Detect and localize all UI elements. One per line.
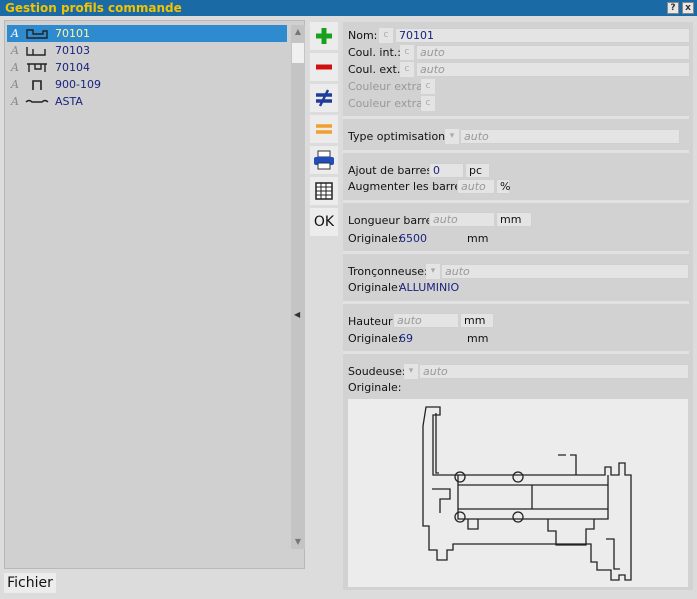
couleur-extra-1-label: Couleur extra: [348, 80, 427, 93]
separator [343, 150, 689, 153]
list-item[interactable]: A 70103 [7, 42, 287, 59]
profile-code: ASTA [55, 95, 83, 108]
hauteur-field[interactable]: auto [393, 313, 459, 328]
profile-code: 70104 [55, 61, 90, 74]
augmenter-field[interactable]: auto [457, 179, 495, 194]
profile-code: 70101 [55, 27, 90, 40]
equal-icon [316, 124, 332, 134]
hauteur-unit: mm [460, 313, 494, 328]
longueur-orig-label: Originale: [348, 232, 402, 245]
list-item[interactable]: A 900-109 [7, 76, 287, 93]
coul-ext-label: Coul. ext.: [348, 63, 405, 76]
nom-label: Nom: [348, 29, 378, 42]
profile-flag: A [11, 44, 19, 57]
type-opt-label: Type optimisation: [348, 130, 449, 143]
separator [343, 351, 689, 354]
printer-icon [314, 150, 334, 170]
list-item[interactable]: A 70101 [7, 25, 287, 42]
table-icon [315, 182, 333, 200]
soudeuse-orig-label: Originale: [348, 381, 402, 394]
list-item[interactable]: A ASTA [7, 93, 287, 110]
soudeuse-label: Soudeuse: [348, 365, 406, 378]
profile-shape-icon [26, 46, 46, 56]
profile-flag: A [11, 95, 19, 108]
nom-c-button[interactable]: c [379, 28, 393, 43]
separator [343, 251, 689, 254]
tronc-orig-value: ALLUMINIO [399, 281, 460, 294]
profile-code: 900-109 [55, 78, 101, 91]
toolbar: OK [310, 22, 340, 239]
ok-button[interactable]: OK [310, 208, 338, 236]
augmenter-label: Augmenter les barres: [348, 180, 471, 193]
profile-list: A 70101 A 70103 A 70104 A 900-109 A ASTA [7, 25, 287, 110]
tronc-field[interactable]: auto [441, 264, 689, 279]
longueur-label: Longueur barre: [348, 214, 437, 227]
ajout-field[interactable]: 0 [429, 163, 464, 178]
longueur-field[interactable]: auto [429, 212, 495, 227]
scroll-down-icon[interactable]: ▼ [291, 535, 305, 549]
equal-button[interactable] [310, 115, 338, 143]
profile-flag: A [11, 78, 19, 91]
longueur-orig-value: 6500 [399, 232, 427, 245]
coul-int-label: Coul. int.: [348, 46, 401, 59]
profile-shape-icon [32, 79, 42, 90]
list-scrollbar[interactable]: ▲ ▼ [291, 25, 305, 549]
ajout-unit: pc [465, 163, 490, 178]
profile-flag: A [11, 27, 19, 40]
longueur-unit: mm [496, 212, 532, 227]
title-bar: Gestion profils commande ? x [0, 0, 697, 16]
coul-ext-c-button[interactable]: c [400, 62, 414, 77]
not-equal-icon [316, 89, 332, 107]
longueur-orig-unit: mm [467, 232, 489, 245]
print-button[interactable] [310, 146, 338, 174]
couleur-extra-1-c-button[interactable]: c [421, 79, 435, 94]
coul-int-c-button[interactable]: c [400, 45, 414, 60]
coul-ext-field[interactable]: auto [416, 62, 690, 77]
soudeuse-field[interactable]: auto [419, 364, 689, 379]
add-button[interactable] [310, 22, 338, 50]
close-button[interactable]: x [682, 2, 694, 14]
tronc-label: Tronçonneuse: [348, 265, 428, 278]
help-button[interactable]: ? [667, 2, 679, 14]
separator [343, 301, 689, 304]
profile-section-icon [422, 406, 632, 581]
tronc-dropdown-icon[interactable]: ▾ [426, 264, 440, 279]
list-item[interactable]: A 70104 [7, 59, 287, 76]
hauteur-label: Hauteur: [348, 315, 397, 328]
profile-drawing [348, 399, 688, 587]
ajout-label: Ajout de barres: [348, 164, 436, 177]
hauteur-orig-value: 69 [399, 332, 413, 345]
hauteur-orig-unit: mm [467, 332, 489, 345]
profile-list-panel: A 70101 A 70103 A 70104 A 900-109 A ASTA… [4, 20, 305, 569]
minus-icon [316, 64, 332, 70]
properties-panel: Nom: c 70101 Coul. int.: c auto Coul. ex… [343, 22, 693, 590]
scroll-thumb[interactable] [292, 43, 304, 63]
not-equal-button[interactable] [310, 84, 338, 112]
soudeuse-dropdown-icon[interactable]: ▾ [404, 364, 418, 379]
couleur-extra-2-label: Couleur extra: [348, 97, 427, 110]
profile-shape-icon [26, 28, 48, 39]
coul-int-field[interactable]: auto [416, 45, 690, 60]
separator [343, 200, 689, 203]
type-opt-dropdown-icon[interactable]: ▾ [445, 129, 459, 144]
plus-icon [316, 28, 332, 44]
scroll-up-icon[interactable]: ▲ [291, 25, 305, 39]
nom-field[interactable]: 70101 [395, 28, 690, 43]
profile-code: 70103 [55, 44, 90, 57]
type-opt-field[interactable]: auto [460, 129, 680, 144]
table-button[interactable] [310, 177, 338, 205]
splitter-arrow-icon[interactable]: ◀ [294, 310, 300, 319]
tronc-orig-label: Originale: [348, 281, 402, 294]
separator [343, 116, 689, 119]
fichier-button[interactable]: Fichier [4, 573, 56, 593]
hauteur-orig-label: Originale: [348, 332, 402, 345]
couleur-extra-2-c-button[interactable]: c [421, 96, 435, 111]
window-title: Gestion profils commande [5, 1, 182, 15]
augmenter-unit: % [496, 179, 510, 194]
profile-shape-icon [27, 62, 47, 72]
profile-shape-icon [25, 99, 49, 103]
remove-button[interactable] [310, 53, 338, 81]
profile-flag: A [11, 61, 19, 74]
